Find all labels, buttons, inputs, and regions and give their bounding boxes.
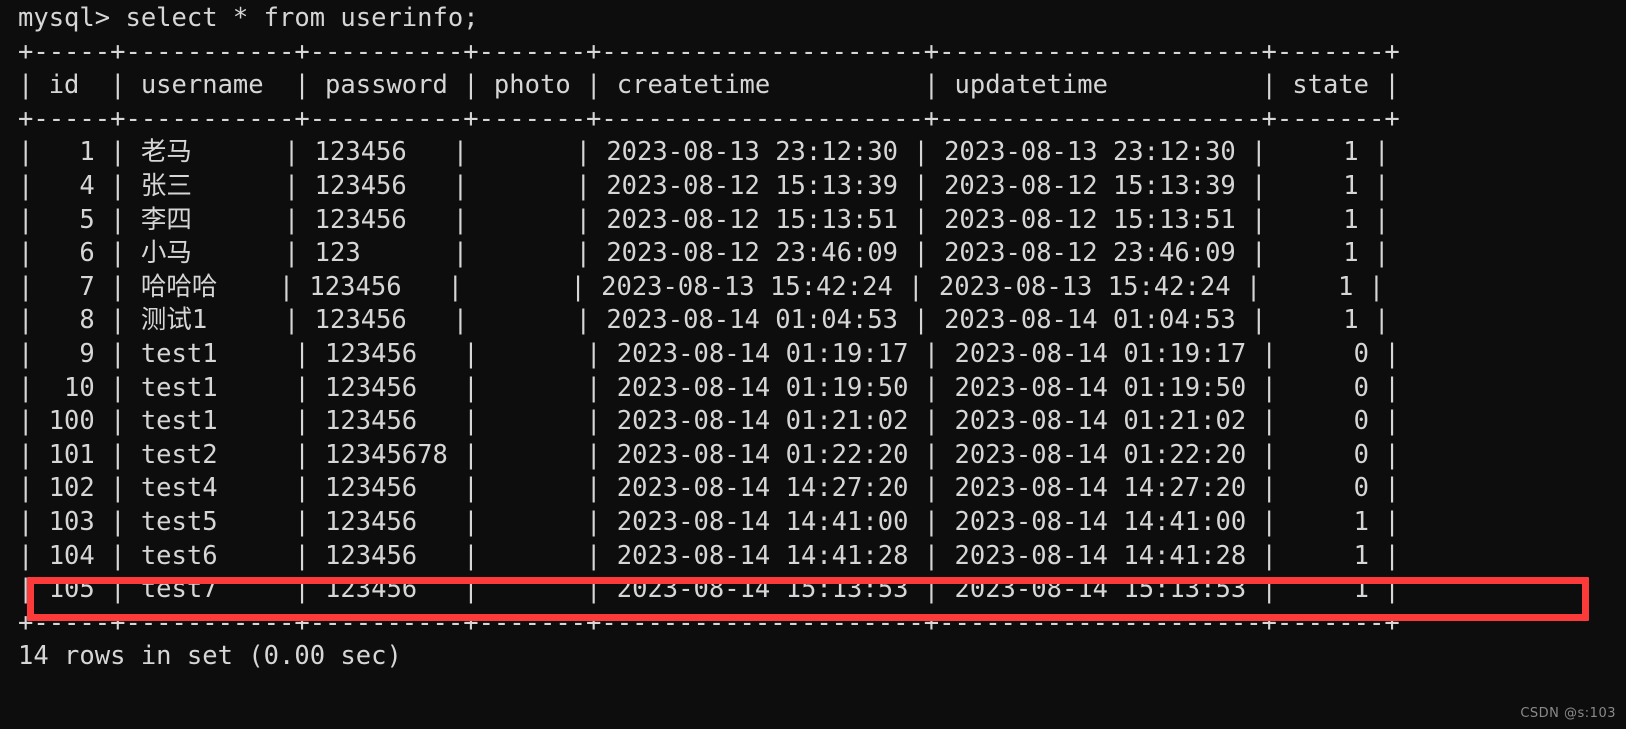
- watermark: CSDN @s:103: [1520, 706, 1616, 721]
- terminal-output: mysql> select * from userinfo; +-----+--…: [18, 3, 1400, 672]
- terminal-window: mysql> select * from userinfo; +-----+--…: [0, 0, 1626, 729]
